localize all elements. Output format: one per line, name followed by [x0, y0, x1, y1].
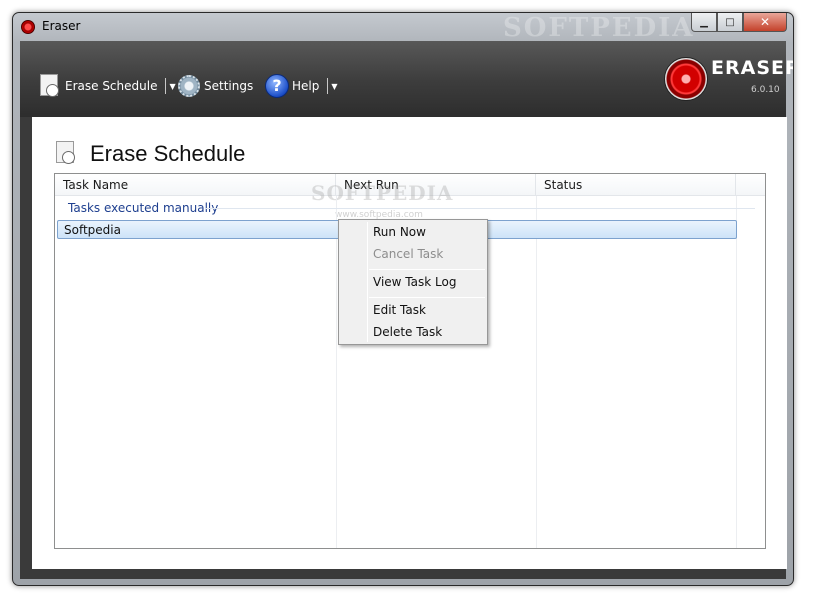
menu-item-cancel-task[interactable]: Cancel Task	[373, 247, 443, 261]
softpedia-watermark: SOFTPEDIA	[503, 13, 695, 43]
column-header-status[interactable]: Status	[536, 174, 736, 196]
close-button[interactable]: ✕	[743, 13, 787, 32]
toolbar-separator	[327, 78, 329, 94]
maximize-button[interactable]: □	[717, 13, 743, 32]
group-divider	[205, 208, 755, 209]
toolbar: Erase Schedule ▼ Settings ? Help ▼ ERASE…	[20, 41, 793, 117]
settings-button[interactable]: Settings	[177, 71, 253, 101]
window-title: Eraser	[42, 19, 81, 33]
menu-item-edit-task[interactable]: Edit Task	[373, 303, 426, 317]
chevron-down-icon[interactable]: ▼	[331, 82, 337, 91]
menu-item-run-now[interactable]: Run Now	[373, 225, 426, 239]
menu-separator	[369, 297, 485, 298]
column-divider	[736, 196, 737, 548]
settings-label: Settings	[204, 79, 254, 93]
eraser-logo-icon	[21, 20, 35, 34]
gear-icon	[177, 73, 201, 99]
menu-item-view-task-log[interactable]: View Task Log	[373, 275, 456, 289]
help-label: Help	[292, 79, 320, 93]
document-clock-icon	[38, 73, 62, 99]
chevron-down-icon[interactable]: ▼	[169, 82, 175, 91]
question-icon: ?	[265, 73, 289, 99]
erase-schedule-label: Erase Schedule	[65, 79, 158, 93]
menu-item-delete-task[interactable]: Delete Task	[373, 325, 442, 339]
column-header-task-name[interactable]: Task Name	[55, 174, 336, 196]
help-button[interactable]: ? Help ▼	[265, 71, 338, 101]
context-menu: Run Now Cancel Task View Task Log Edit T…	[338, 219, 488, 345]
minimize-button[interactable]: ▁	[691, 13, 717, 32]
minimize-icon: ▁	[700, 16, 708, 28]
page-title: Erase Schedule	[90, 141, 246, 166]
menu-gutter	[367, 222, 368, 342]
column-divider	[536, 196, 537, 548]
task-name-cell: Softpedia	[64, 223, 121, 237]
eraser-brand-icon	[664, 57, 708, 101]
menu-separator	[369, 269, 485, 270]
maximize-icon: □	[725, 16, 735, 28]
close-icon: ✕	[759, 15, 771, 29]
column-divider	[336, 196, 337, 548]
caption-buttons: ▁ □ ✕	[691, 13, 787, 33]
brand-version: 6.0.10	[751, 85, 780, 95]
toolbar-separator	[165, 78, 167, 94]
group-label: Tasks executed manually	[68, 201, 219, 215]
erase-schedule-button[interactable]: Erase Schedule ▼	[38, 71, 176, 101]
brand-name: ERASER	[711, 57, 794, 79]
title-bar[interactable]: Eraser SOFTPEDIA ▁ □ ✕	[13, 13, 793, 43]
document-clock-icon	[54, 140, 78, 166]
softpedia-watermark: SOFTPEDIA	[311, 181, 454, 205]
